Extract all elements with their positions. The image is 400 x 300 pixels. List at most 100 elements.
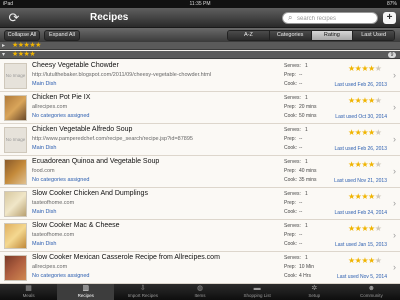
sort-last-used[interactable]: Last Used bbox=[353, 31, 394, 40]
recipe-row[interactable]: Slow Cooker Mac & Cheese tasteofhome.com… bbox=[0, 220, 400, 252]
star-filled-icon: ★ bbox=[361, 64, 369, 73]
recipe-row[interactable]: Chicken Pot Pie IX allrecipes.com No cat… bbox=[0, 92, 400, 124]
sort-az[interactable]: A-Z bbox=[228, 31, 270, 40]
prep-value: 10 Min bbox=[299, 264, 315, 270]
star-empty-icon: ★ bbox=[374, 64, 382, 73]
star-filled-icon: ★ bbox=[368, 160, 375, 169]
chevron-down-icon: ▾ bbox=[2, 52, 6, 58]
star-empty-icon: ★ bbox=[374, 256, 382, 265]
gear-icon: ✲ bbox=[311, 285, 318, 292]
prep-label: Prep: bbox=[284, 264, 296, 270]
title-bar: ⟳ Recipes ⌕ + bbox=[0, 8, 400, 28]
star-empty-icon: ★ bbox=[374, 128, 382, 137]
recipe-source: http://www.pamperedchef.com/recipe_searc… bbox=[32, 136, 193, 142]
recipe-source: allrecipes.com bbox=[32, 104, 68, 110]
serves-label: Serves: bbox=[284, 127, 301, 133]
tab-label: Setup bbox=[308, 293, 321, 298]
tab-shopping-list[interactable]: ▬ Shopping List bbox=[229, 284, 286, 300]
tab-label: Community bbox=[360, 293, 383, 298]
rating-group-4[interactable]: ▾ ★★★★ 9 bbox=[0, 51, 400, 59]
last-used: Last used Feb 26, 2013 bbox=[334, 146, 387, 152]
sort-categories[interactable]: Categories bbox=[269, 31, 312, 40]
cook-value: 4 Hrs bbox=[299, 273, 311, 279]
last-used: Last used Jan 15, 2013 bbox=[335, 242, 387, 248]
tab-label: Import Recipes bbox=[127, 293, 158, 298]
add-recipe-button[interactable]: + bbox=[383, 12, 396, 24]
recipe-photo bbox=[4, 95, 27, 121]
battery-level: 87% bbox=[386, 1, 397, 7]
star-filled-icon: ★ bbox=[348, 192, 355, 201]
recipe-source: tasteofhome.com bbox=[32, 200, 75, 206]
recipe-source: tasteofhome.com bbox=[32, 232, 75, 238]
recipe-rating: ★★★★★ bbox=[348, 96, 382, 105]
page-title: Recipes bbox=[90, 12, 129, 23]
basket-icon: ◍ bbox=[196, 285, 204, 292]
prep-label: Prep: bbox=[284, 72, 296, 78]
status-bar: iPad 11:35 PM 87% bbox=[0, 0, 400, 8]
serves-value: 1 bbox=[305, 223, 308, 229]
serves-label: Serves: bbox=[284, 255, 301, 261]
tab-items[interactable]: ◍ Items bbox=[171, 284, 228, 300]
cook-label: Cook: bbox=[284, 209, 298, 215]
star-filled-icon: ★ bbox=[348, 224, 355, 233]
recipe-row[interactable]: Ecuadorean Quinoa and Vegetable Soup foo… bbox=[0, 156, 400, 188]
prep-value: -- bbox=[299, 72, 303, 78]
cook-value: -- bbox=[299, 145, 303, 151]
prep-value: -- bbox=[299, 232, 303, 238]
prep-value: -- bbox=[299, 136, 303, 142]
cook-value: 50 mins bbox=[299, 113, 317, 119]
cook-label: Cook: bbox=[284, 81, 298, 87]
recipe-rating: ★★★★★ bbox=[348, 128, 382, 137]
recipe-name: Ecuadorean Quinoa and Vegetable Soup bbox=[32, 158, 160, 165]
recipe-row[interactable]: Slow Cooker Mexican Casserole Recipe fro… bbox=[0, 252, 400, 284]
recipe-category: Main Dish bbox=[32, 209, 57, 215]
recipe-row[interactable]: Slow Cooker Chicken And Dumplings tasteo… bbox=[0, 188, 400, 220]
group-stars: ★★★★ bbox=[12, 51, 36, 58]
cook-label: Cook: bbox=[284, 145, 298, 151]
star-filled-icon: ★ bbox=[348, 256, 355, 265]
recipe-source: http://lutulthebaker.blogspot.com/2011/0… bbox=[32, 72, 212, 78]
serves-label: Serves: bbox=[284, 63, 301, 69]
tab-community[interactable]: ☻ Community bbox=[343, 284, 400, 300]
recipe-name: Cheesy Vegetable Chowder bbox=[32, 62, 119, 69]
prep-label: Prep: bbox=[284, 232, 296, 238]
recipe-name: Slow Cooker Mac & Cheese bbox=[32, 222, 120, 229]
rating-group-5[interactable]: ▸ ★★★★★ bbox=[0, 42, 400, 50]
collapse-all-button[interactable]: Collapse All bbox=[4, 30, 40, 41]
refresh-icon[interactable]: ⟳ bbox=[7, 11, 21, 25]
recipe-list: No Image Cheesy Vegetable Chowder http:/… bbox=[0, 60, 400, 284]
recipe-category: Main Dish bbox=[32, 145, 57, 151]
recipe-thumbnail: No Image bbox=[4, 63, 27, 89]
tab-label: Recipes bbox=[77, 293, 94, 298]
star-filled-icon: ★ bbox=[348, 64, 355, 73]
recipe-photo bbox=[4, 255, 27, 281]
recipe-book-icon: ▥ bbox=[82, 285, 90, 292]
tab-label: Meals bbox=[22, 293, 35, 298]
sort-rating[interactable]: Rating bbox=[311, 31, 354, 40]
chevron-right-icon: › bbox=[393, 134, 396, 144]
recipe-row[interactable]: No Image Chicken Vegetable Alfredo Soup … bbox=[0, 124, 400, 156]
tab-setup[interactable]: ✲ Setup bbox=[286, 284, 343, 300]
serves-value: 1 bbox=[305, 255, 308, 261]
recipe-photo bbox=[4, 223, 27, 249]
tab-meals[interactable]: ▦ Meals bbox=[0, 284, 57, 300]
prep-value: -- bbox=[299, 200, 303, 206]
prep-label: Prep: bbox=[284, 136, 296, 142]
tab-label: Shopping List bbox=[243, 293, 271, 298]
expand-all-button[interactable]: Expand All bbox=[44, 30, 80, 41]
serves-value: 1 bbox=[305, 63, 308, 69]
prep-value: 40 mins bbox=[299, 168, 317, 174]
recipe-category: No categories assigned bbox=[32, 273, 90, 279]
tab-recipes[interactable]: ▥ Recipes bbox=[57, 284, 115, 300]
search-box[interactable]: ⌕ bbox=[282, 12, 378, 24]
recipe-name: Slow Cooker Mexican Casserole Recipe fro… bbox=[32, 254, 220, 261]
recipe-rating: ★★★★★ bbox=[348, 224, 382, 233]
prep-label: Prep: bbox=[284, 200, 296, 206]
recipe-row[interactable]: No Image Cheesy Vegetable Chowder http:/… bbox=[0, 60, 400, 92]
tab-import-recipes[interactable]: ⇩ Import Recipes bbox=[114, 284, 171, 300]
chevron-right-icon: › bbox=[393, 230, 396, 240]
search-input[interactable] bbox=[297, 14, 375, 23]
recipe-source: food.com bbox=[32, 168, 55, 174]
recipe-rating: ★★★★★ bbox=[348, 256, 382, 265]
star-filled-icon: ★ bbox=[368, 128, 375, 137]
